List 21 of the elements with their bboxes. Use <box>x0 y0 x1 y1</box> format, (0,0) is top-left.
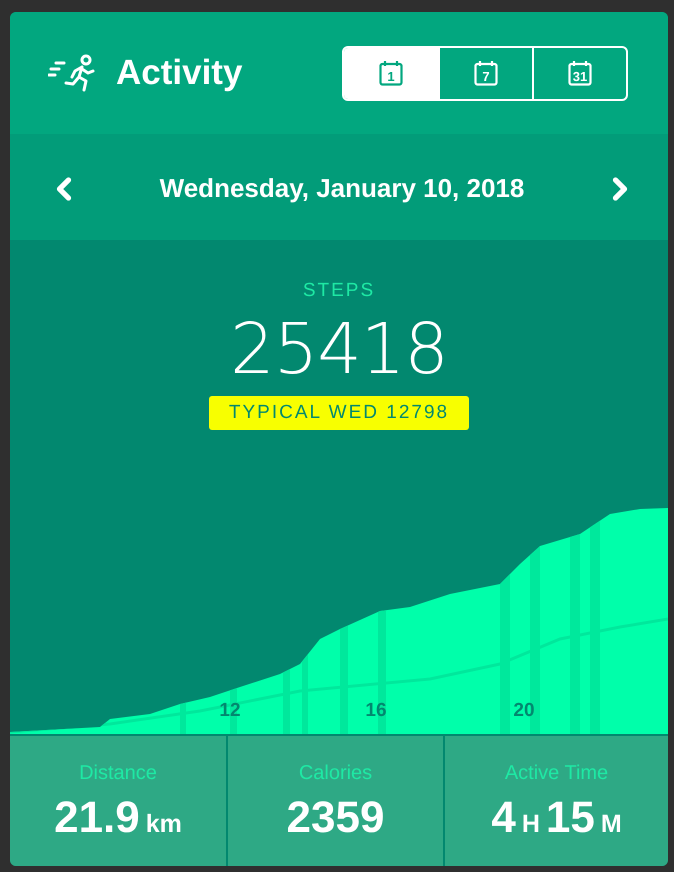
range-tab[interactable]: 31 <box>532 48 626 98</box>
typical-steps-badge: TYPICAL WED 12798 <box>208 396 470 430</box>
stat-label: Calories <box>298 762 372 785</box>
hour-label: 20 <box>513 700 535 721</box>
stat-label: Distance <box>79 762 157 785</box>
range-tab[interactable]: 1 <box>344 48 438 98</box>
date-title: Wednesday, January 10, 2018 <box>160 173 524 204</box>
calendar-icon: 7 <box>474 60 498 86</box>
stat-value: 2359 <box>286 793 384 843</box>
app-title: Activity <box>116 53 244 93</box>
calendar-icon: 31 <box>568 60 592 86</box>
stat-value: 4 H 15 M <box>491 793 622 843</box>
hour-label: 16 <box>365 700 387 721</box>
range-tab[interactable]: 7 <box>438 48 532 98</box>
stat-value: 21.9 km <box>54 793 182 843</box>
runner-icon <box>48 53 96 93</box>
calendar-icon: 1 <box>379 60 403 86</box>
steps-label: STEPS <box>302 280 376 302</box>
hour-label: 12 <box>219 700 241 721</box>
stat-label: Active Time <box>504 762 608 785</box>
steps-count: 25418 <box>230 308 448 390</box>
